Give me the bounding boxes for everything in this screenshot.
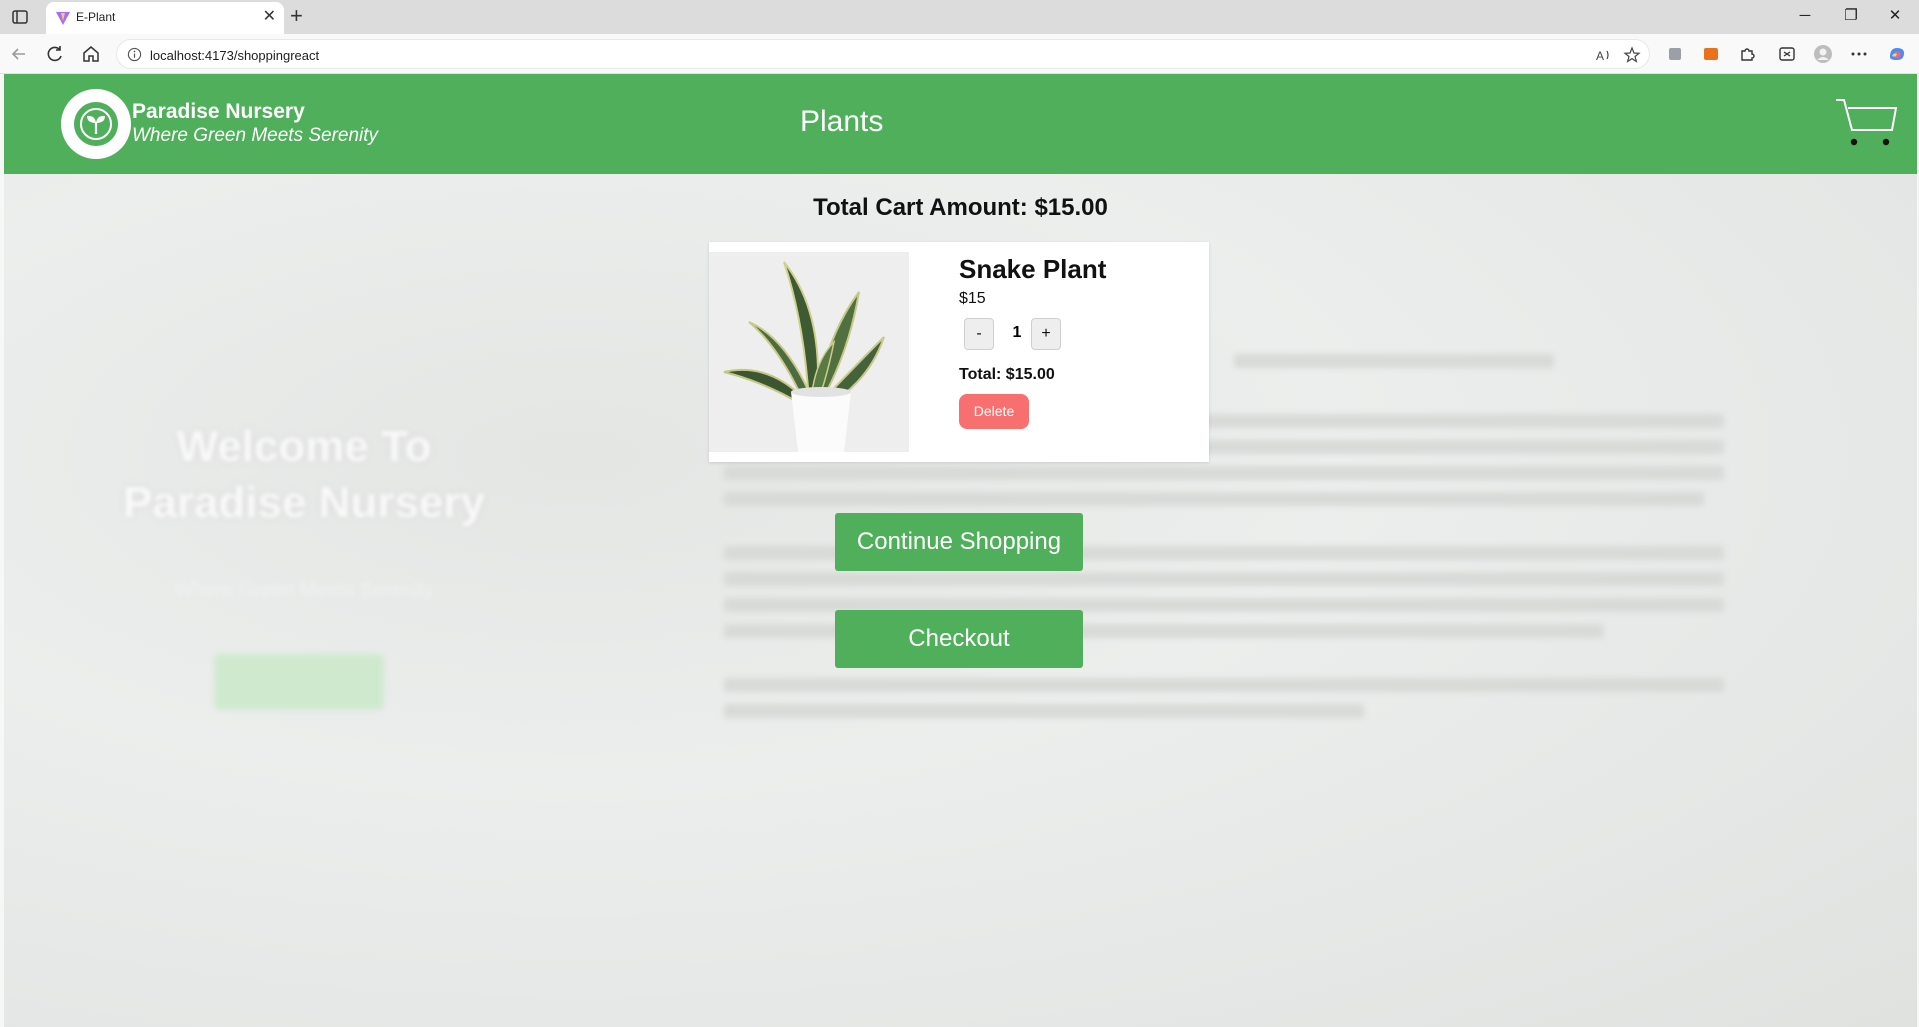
url-text[interactable]: localhost:4173/shoppingreact <box>150 48 319 63</box>
background-hero-title: Welcome To Paradise Nursery <box>123 422 485 527</box>
item-name: Snake Plant <box>959 254 1107 284</box>
back-icon[interactable] <box>8 43 30 65</box>
item-quantity: 1 <box>1012 324 1022 341</box>
logo[interactable] <box>61 89 131 159</box>
favorite-star-icon[interactable] <box>1623 46 1641 64</box>
brand-tagline: Where Green Meets Serenity <box>132 125 379 146</box>
background-text-line <box>724 492 1704 506</box>
sprout-icon <box>80 108 112 140</box>
site-header: Paradise Nursery Where Green Meets Seren… <box>4 74 1917 174</box>
background-text-line <box>724 466 1724 480</box>
close-window-icon[interactable]: ✕ <box>1880 6 1910 26</box>
site-info-icon[interactable] <box>127 47 142 62</box>
background-text-line <box>1234 354 1554 368</box>
extension-orange-icon[interactable] <box>1700 43 1722 65</box>
new-tab-icon[interactable]: + <box>290 4 303 28</box>
background-text-line <box>724 704 1364 718</box>
item-subtotal: Total: $15.00 <box>959 366 1055 383</box>
cart-total-amount: Total Cart Amount: $15.00 <box>813 194 1108 221</box>
reload-icon[interactable] <box>44 43 66 65</box>
tab-actions-icon[interactable] <box>10 7 30 27</box>
cart-item: Snake Plant $15 - 1 + Total: $15.00 Dele… <box>709 242 1209 462</box>
item-unit-price: $15 <box>959 290 986 307</box>
background-text-line <box>724 572 1724 586</box>
address-bar[interactable]: localhost:4173/shoppingreact A <box>116 39 1650 69</box>
browser-tab-strip: E-Plant ✕ + ─ ❐ ✕ <box>0 0 1919 34</box>
restore-icon[interactable]: ❐ <box>1836 6 1866 26</box>
tab-title: E-Plant <box>76 10 116 24</box>
browser-toolbar: localhost:4173/shoppingreact A <box>0 34 1919 74</box>
snake-plant-image <box>709 252 909 452</box>
extension-shield-icon[interactable] <box>1664 43 1686 65</box>
copilot-icon[interactable] <box>1886 43 1908 65</box>
minimize-icon[interactable]: ─ <box>1790 6 1820 26</box>
tab-close-icon[interactable]: ✕ <box>263 8 276 26</box>
page-viewport: Welcome To Paradise Nursery Where Green … <box>4 74 1917 1027</box>
extensions-puzzle-icon[interactable] <box>1736 43 1758 65</box>
brand-name[interactable]: Paradise Nursery <box>132 100 305 124</box>
delete-item-button[interactable]: Delete <box>959 394 1029 429</box>
plants-nav-link[interactable]: Plants <box>800 105 883 139</box>
background-text-line <box>724 678 1724 692</box>
browser-tab[interactable]: E-Plant ✕ <box>46 2 284 34</box>
home-icon[interactable] <box>80 43 102 65</box>
more-menu-icon[interactable] <box>1848 43 1870 65</box>
background-get-started-button <box>214 654 384 710</box>
vite-favicon-icon <box>56 12 70 25</box>
decrease-quantity-button[interactable]: - <box>964 318 994 350</box>
screenshot-icon[interactable] <box>1776 43 1798 65</box>
continue-shopping-button[interactable]: Continue Shopping <box>835 513 1083 571</box>
increase-quantity-button[interactable]: + <box>1031 318 1061 350</box>
checkout-button[interactable]: Checkout <box>835 610 1083 668</box>
cart-icon[interactable] <box>1834 96 1898 152</box>
read-aloud-icon[interactable]: A <box>1595 46 1613 64</box>
background-hero-subtitle: Where Green Meets Serenity <box>174 579 434 601</box>
svg-text:A: A <box>1596 49 1604 63</box>
profile-avatar-icon[interactable] <box>1812 43 1834 65</box>
